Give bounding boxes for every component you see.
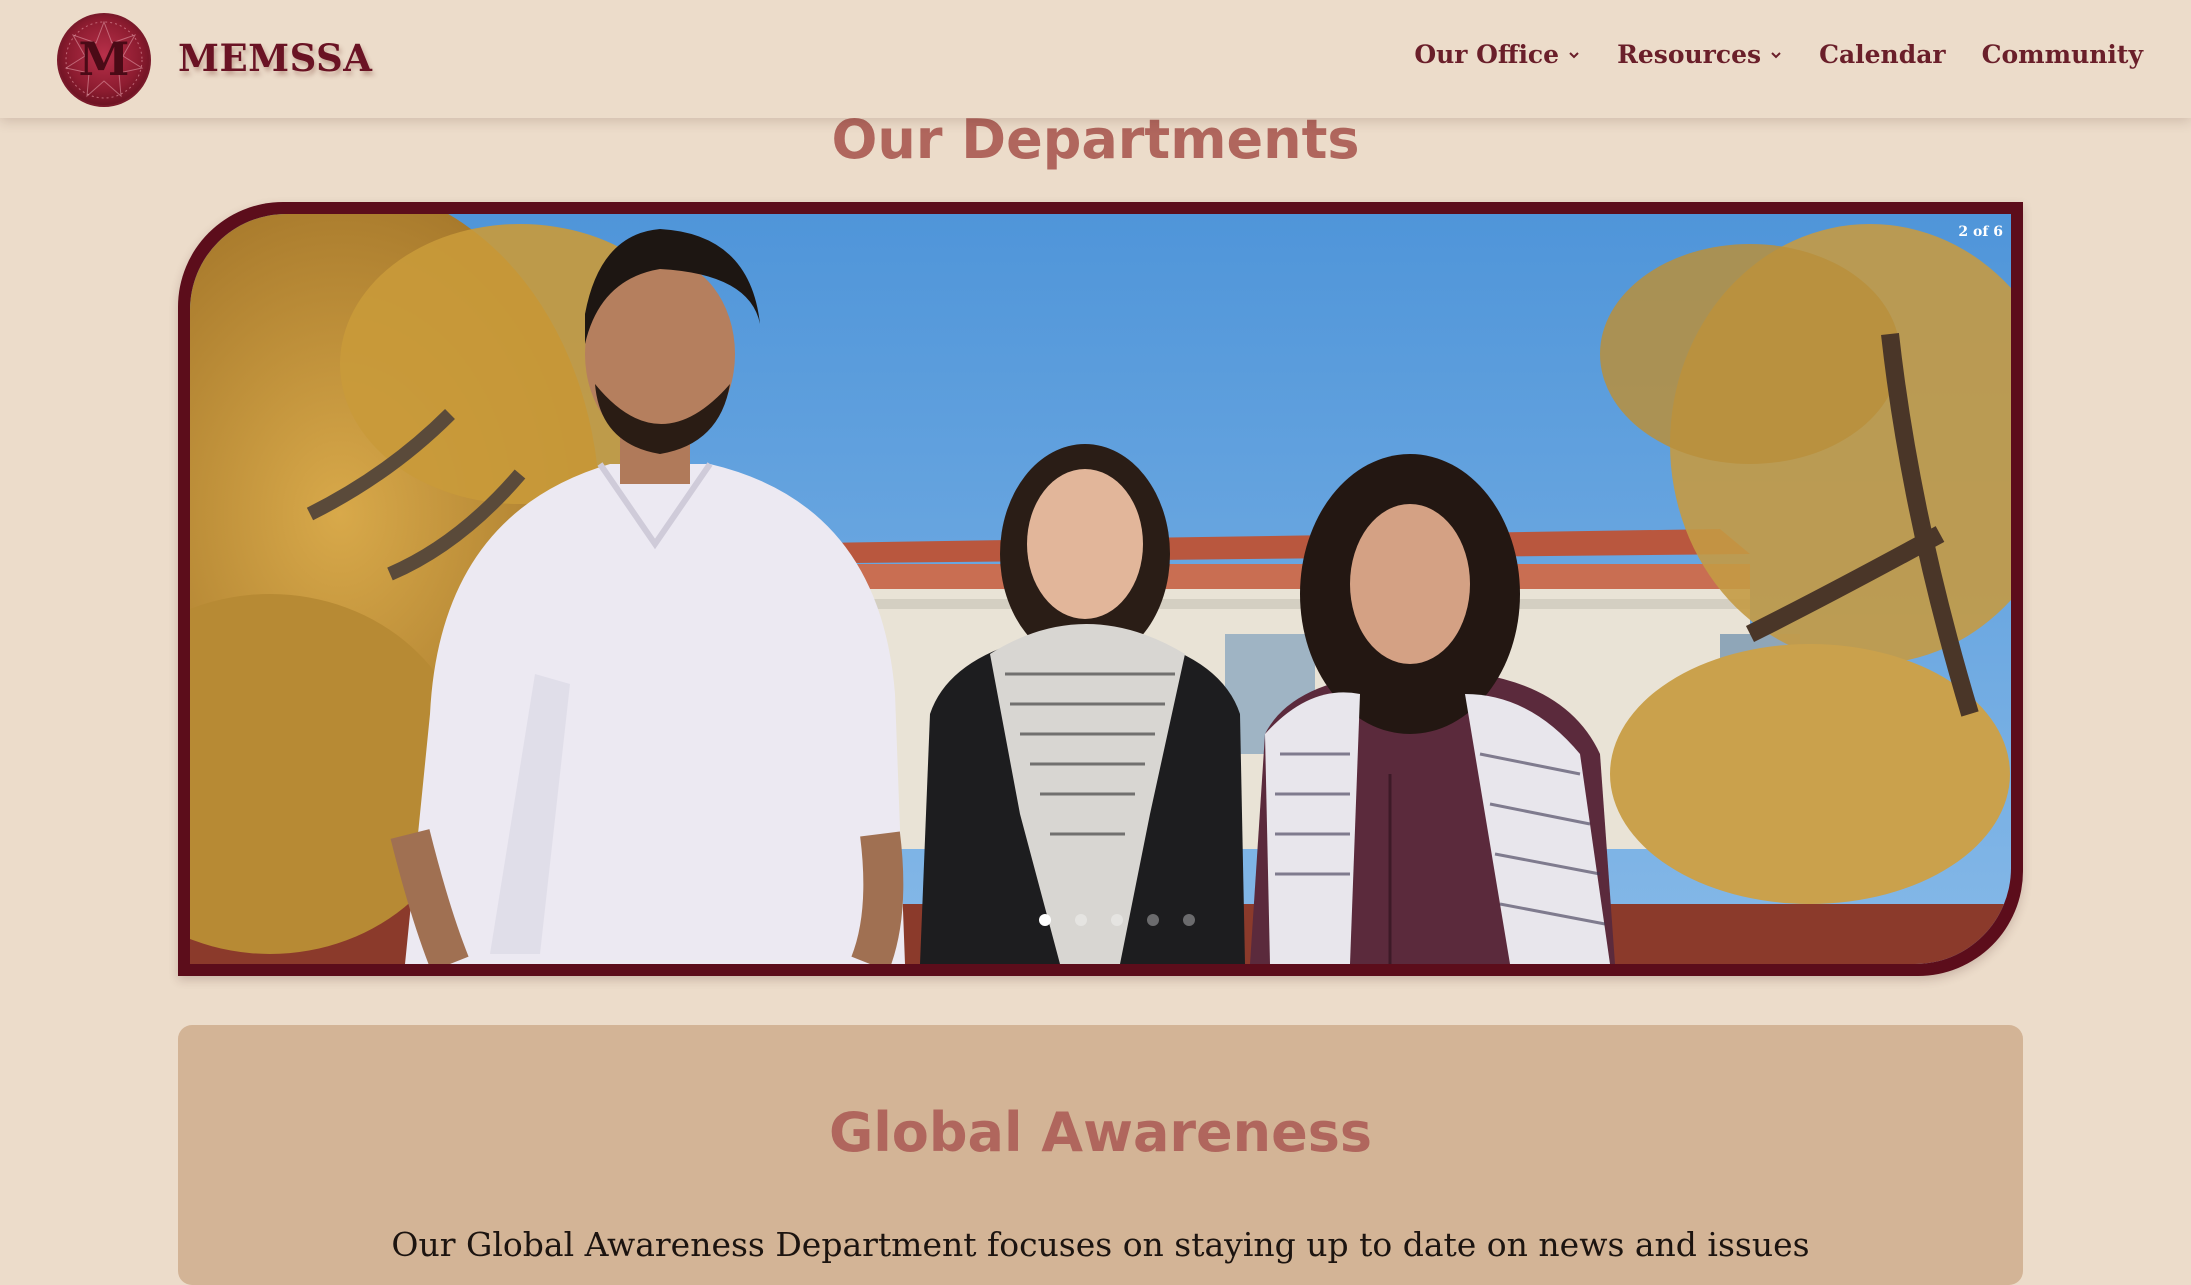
- department-card: Global Awareness Our Global Awareness De…: [178, 1025, 2023, 1285]
- main-nav: Our Office Resources Calendar Community: [1414, 40, 2143, 69]
- department-card-body: Our Global Awareness Department focuses …: [391, 1225, 1810, 1264]
- slider-dot-4[interactable]: [1147, 914, 1159, 926]
- slide-photo: [190, 214, 2011, 964]
- brand-name[interactable]: MEMSSA: [178, 36, 372, 80]
- memssa-logo-icon[interactable]: M: [57, 13, 151, 107]
- nav-calendar-label: Calendar: [1819, 40, 1946, 69]
- nav-community[interactable]: Community: [1982, 40, 2143, 69]
- nav-our-office[interactable]: Our Office: [1414, 40, 1581, 69]
- slider-dot-3[interactable]: [1111, 914, 1123, 926]
- nav-our-office-label: Our Office: [1414, 40, 1560, 69]
- slide-counter: 2 of 6: [1958, 224, 2003, 240]
- logo-letter: M: [79, 32, 130, 86]
- nav-community-label: Community: [1981, 40, 2143, 69]
- chevron-down-icon: [1771, 51, 1781, 58]
- slider-dot-2[interactable]: [1075, 914, 1087, 926]
- site-header: M MEMSSA Our Office Resources Calendar C…: [0, 0, 2191, 118]
- slider-pagination: [1039, 914, 1219, 926]
- slider-dot-1[interactable]: [1039, 914, 1051, 926]
- slider-dot-5[interactable]: [1183, 914, 1195, 926]
- nav-resources-label: Resources: [1617, 40, 1762, 69]
- nav-resources[interactable]: Resources: [1617, 40, 1783, 69]
- department-card-title: Global Awareness: [828, 1101, 1373, 1164]
- departments-slider[interactable]: 2 of 6: [178, 202, 2023, 976]
- nav-calendar[interactable]: Calendar: [1819, 40, 1946, 69]
- chevron-down-icon: [1569, 51, 1579, 58]
